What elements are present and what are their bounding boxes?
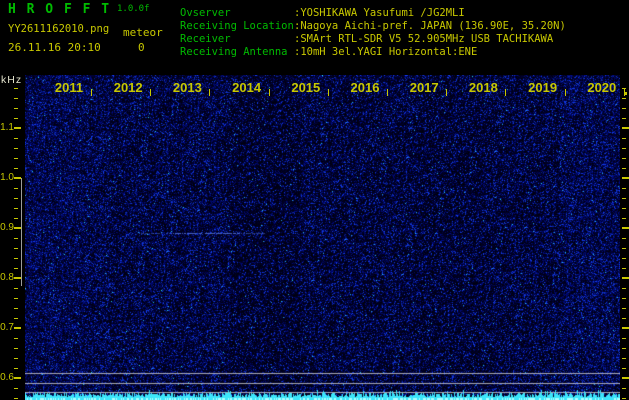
y-minor-tick-right bbox=[622, 268, 626, 269]
y-minor-tick-right bbox=[622, 168, 626, 169]
y-minor-tick-left bbox=[14, 308, 18, 309]
y-minor-tick-right bbox=[622, 338, 626, 339]
info-row: Receiving Antenna :10mH 3el.YAGI Horizont… bbox=[180, 46, 566, 59]
info-value: :SMArt RTL-SDR V5 52.905MHz USB TACHIKAW… bbox=[294, 33, 554, 45]
info-label: Receiving Antenna bbox=[180, 46, 288, 58]
y-minor-tick-left bbox=[14, 238, 18, 239]
y-minor-tick-left bbox=[14, 208, 18, 209]
receiver-info: Ovserver:YOSHIKAWA Yasufumi /JG2MLI Recei… bbox=[180, 7, 566, 59]
y-major-tick-right bbox=[622, 377, 629, 379]
y-minor-tick-right bbox=[622, 118, 626, 119]
y-axis-tick-label: 0.9 bbox=[0, 222, 14, 233]
y-minor-tick-left bbox=[14, 138, 18, 139]
y-minor-tick-right bbox=[622, 308, 626, 309]
info-label: Ovserver bbox=[180, 7, 231, 19]
y-minor-tick-left bbox=[14, 398, 18, 399]
y-minor-tick-right bbox=[622, 368, 626, 369]
y-minor-tick-left bbox=[14, 98, 18, 99]
y-minor-tick-right bbox=[622, 398, 626, 399]
y-minor-tick-left bbox=[14, 388, 18, 389]
y-minor-tick-left bbox=[14, 108, 18, 109]
y-minor-tick-left bbox=[14, 288, 18, 289]
y-minor-tick-left bbox=[14, 368, 18, 369]
y-minor-tick-right bbox=[622, 138, 626, 139]
y-major-tick-right bbox=[622, 227, 629, 229]
y-minor-tick-right bbox=[622, 208, 626, 209]
output-filename: YY2611162010.png bbox=[8, 23, 110, 35]
y-minor-tick-left bbox=[14, 148, 18, 149]
frequency-marker-bar bbox=[21, 178, 22, 286]
y-axis-tick-label: 0.7 bbox=[0, 322, 14, 333]
y-major-tick-right bbox=[622, 327, 629, 329]
y-axis-unit-label: kHz bbox=[1, 74, 23, 86]
y-axis-tick-label: 1.1 bbox=[0, 122, 14, 133]
info-row: Ovserver :YOSHIKAWA Yasufumi /JG2MLI bbox=[180, 7, 566, 20]
y-major-tick-left bbox=[14, 377, 21, 379]
mode-label: meteor bbox=[123, 26, 163, 39]
y-major-tick-left bbox=[14, 277, 21, 279]
y-major-tick-right bbox=[622, 277, 629, 279]
y-minor-tick-left bbox=[14, 218, 18, 219]
y-minor-tick-right bbox=[622, 188, 626, 189]
app-title: H R O F F T bbox=[8, 2, 111, 17]
y-axis-tick-label: 0.8 bbox=[0, 272, 14, 283]
info-row: Receiver :SMArt RTL-SDR V5 52.905MHz USB … bbox=[180, 33, 566, 46]
x-minute-tick bbox=[624, 89, 625, 96]
y-minor-tick-left bbox=[14, 248, 18, 249]
y-minor-tick-right bbox=[622, 148, 626, 149]
y-minor-tick-right bbox=[622, 88, 626, 89]
y-major-tick-left bbox=[14, 327, 21, 329]
y-minor-tick-right bbox=[622, 108, 626, 109]
y-minor-tick-left bbox=[14, 348, 18, 349]
y-minor-tick-left bbox=[14, 198, 18, 199]
info-row: Receiving Location:Nagoya Aichi-pref. JA… bbox=[180, 20, 566, 33]
info-value: :Nagoya Aichi-pref. JAPAN (136.90E, 35.2… bbox=[294, 20, 566, 32]
y-major-tick-left bbox=[14, 227, 21, 229]
y-minor-tick-right bbox=[622, 158, 626, 159]
y-minor-tick-left bbox=[14, 118, 18, 119]
datetime-label: 26.11.16 20:10 bbox=[8, 41, 101, 54]
y-minor-tick-right bbox=[622, 248, 626, 249]
y-minor-tick-left bbox=[14, 268, 18, 269]
y-major-tick-left bbox=[14, 127, 21, 129]
y-minor-tick-right bbox=[622, 258, 626, 259]
y-major-tick-right bbox=[622, 127, 629, 129]
y-major-tick-right bbox=[622, 177, 629, 179]
y-minor-tick-right bbox=[622, 198, 626, 199]
y-minor-tick-left bbox=[14, 338, 18, 339]
y-minor-tick-right bbox=[622, 218, 626, 219]
info-value: :YOSHIKAWA Yasufumi /JG2MLI bbox=[294, 7, 465, 19]
spectrogram-canvas bbox=[25, 75, 620, 400]
info-label: Receiving Location bbox=[180, 20, 294, 32]
y-minor-tick-right bbox=[622, 348, 626, 349]
x-edge-tick bbox=[625, 92, 627, 95]
hrofft-window: H R O F F T 1.0.0f YY2611162010.png mete… bbox=[0, 0, 629, 400]
y-minor-tick-right bbox=[622, 388, 626, 389]
y-minor-tick-right bbox=[622, 238, 626, 239]
y-minor-tick-left bbox=[14, 168, 18, 169]
y-minor-tick-left bbox=[14, 298, 18, 299]
y-minor-tick-left bbox=[14, 158, 18, 159]
y-minor-tick-left bbox=[14, 358, 18, 359]
app-version: 1.0.0f bbox=[117, 4, 150, 14]
y-minor-tick-right bbox=[622, 298, 626, 299]
info-label: Receiver bbox=[180, 33, 231, 45]
y-minor-tick-left bbox=[14, 318, 18, 319]
y-axis-tick-label: 1.0 bbox=[0, 172, 14, 183]
info-value: :10mH 3el.YAGI Horizontal:ENE bbox=[294, 46, 478, 58]
y-minor-tick-right bbox=[622, 288, 626, 289]
y-minor-tick-left bbox=[14, 88, 18, 89]
y-minor-tick-right bbox=[622, 358, 626, 359]
y-minor-tick-left bbox=[14, 258, 18, 259]
meteor-count: 0 bbox=[138, 41, 145, 54]
y-minor-tick-right bbox=[622, 98, 626, 99]
y-minor-tick-right bbox=[622, 318, 626, 319]
y-axis-tick-label: 0.6 bbox=[0, 372, 14, 383]
y-minor-tick-left bbox=[14, 188, 18, 189]
y-major-tick-left bbox=[14, 177, 21, 179]
